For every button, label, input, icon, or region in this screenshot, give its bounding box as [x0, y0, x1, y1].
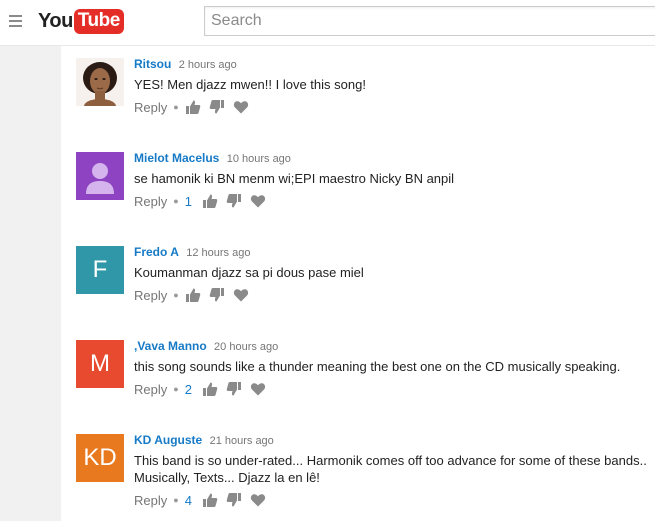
comment-header: KD Auguste 21 hours ago — [134, 432, 655, 449]
thumbs-up-icon[interactable] — [202, 492, 218, 508]
heart-icon[interactable] — [233, 287, 249, 303]
reply-button[interactable]: Reply — [134, 100, 167, 115]
avatar[interactable]: KD — [76, 434, 124, 482]
heart-icon[interactable] — [250, 492, 266, 508]
heart-icon[interactable] — [250, 193, 266, 209]
avatar[interactable] — [76, 58, 124, 106]
like-count: 2 — [184, 381, 192, 397]
comment-text: se hamonik ki BN menm wi;EPI maestro Nic… — [134, 171, 455, 186]
thumbs-down-icon[interactable] — [226, 193, 242, 209]
comment-text-line: Musically, Texts... Djazz la en lê! — [134, 470, 320, 485]
comment-author[interactable]: Mielot Macelus — [134, 151, 219, 165]
comment-time[interactable]: 10 hours ago — [227, 153, 291, 165]
avatar-letter: KD — [83, 444, 117, 471]
comment-actions: Reply ● — [134, 286, 655, 304]
left-sidebar-strip — [0, 46, 61, 521]
comment-header: Mielot Macelus 10 hours ago — [134, 150, 655, 167]
avatar-letter: F — [92, 256, 108, 283]
comment-body: Mielot Macelus 10 hours ago se hamonik k… — [134, 150, 655, 210]
thumbs-down-icon[interactable] — [209, 99, 225, 115]
comment-time[interactable]: 21 hours ago — [210, 435, 274, 447]
comment-author[interactable]: Ritsou — [134, 57, 171, 71]
comment-body: KD Auguste 21 hours ago This band is so … — [134, 432, 655, 509]
default-user-icon — [86, 163, 114, 194]
comment-text: YES! Men djazz mwen!! I love this song! — [134, 77, 366, 92]
comment-text-line: This band is so under-rated... Harmonik … — [134, 453, 647, 468]
comment-author[interactable]: ,Vava Manno — [134, 339, 207, 353]
comment-actions: Reply ● 2 — [134, 380, 655, 398]
comment-time[interactable]: 20 hours ago — [214, 341, 278, 353]
hamburger-icon[interactable] — [9, 15, 22, 27]
thumbs-down-icon[interactable] — [226, 492, 242, 508]
comment-actions: Reply ● 1 — [134, 192, 655, 210]
separator-dot: ● — [173, 196, 179, 206]
comment-author[interactable]: KD Auguste — [134, 433, 202, 447]
comment-actions: Reply ● 4 — [134, 491, 655, 509]
logo-you-text: You — [38, 9, 73, 32]
search-input[interactable] — [204, 6, 655, 36]
thumbs-down-icon[interactable] — [209, 287, 225, 303]
logo-tube-text: Tube — [73, 8, 124, 34]
thumbs-up-icon[interactable] — [202, 193, 218, 209]
thumbs-up-icon[interactable] — [202, 381, 218, 397]
avatar-letter: M — [90, 350, 110, 377]
reply-button[interactable]: Reply — [134, 194, 167, 209]
comment-body: Ritsou 2 hours ago YES! Men djazz mwen!!… — [134, 56, 655, 116]
separator-dot: ● — [173, 495, 179, 505]
comment-actions: Reply ● — [134, 98, 655, 116]
separator-dot: ● — [173, 290, 179, 300]
comment-header: ,Vava Manno 20 hours ago — [134, 338, 655, 355]
comment-text: This band is so under-rated... Harmonik … — [134, 452, 655, 486]
comment-body: ,Vava Manno 20 hours ago this song sound… — [134, 338, 655, 398]
comment-text: this song sounds like a thunder meaning … — [134, 359, 621, 374]
reply-button[interactable]: Reply — [134, 493, 167, 508]
comment-body: Fredo A 12 hours ago Koumanman djazz sa … — [134, 244, 655, 304]
reply-button[interactable]: Reply — [134, 382, 167, 397]
avatar-photo — [76, 58, 124, 106]
like-count: 1 — [184, 193, 192, 209]
thumbs-up-icon[interactable] — [185, 287, 201, 303]
comment-header: Ritsou 2 hours ago — [134, 56, 655, 73]
thumbs-up-icon[interactable] — [185, 99, 201, 115]
comment-author[interactable]: Fredo A — [134, 245, 179, 259]
separator-dot: ● — [173, 384, 179, 394]
avatar[interactable] — [76, 152, 124, 200]
comment-text: Koumanman djazz sa pi dous pase miel — [134, 265, 364, 280]
comment-time[interactable]: 2 hours ago — [179, 59, 237, 71]
heart-icon[interactable] — [250, 381, 266, 397]
avatar[interactable]: M — [76, 340, 124, 388]
youtube-logo[interactable]: You Tube — [38, 7, 124, 35]
comment-header: Fredo A 12 hours ago — [134, 244, 655, 261]
thumbs-down-icon[interactable] — [226, 381, 242, 397]
like-count: 4 — [184, 492, 192, 508]
avatar[interactable]: F — [76, 246, 124, 294]
heart-icon[interactable] — [233, 99, 249, 115]
separator-dot: ● — [173, 102, 179, 112]
comment-time[interactable]: 12 hours ago — [186, 247, 250, 259]
masthead: You Tube — [0, 0, 655, 46]
reply-button[interactable]: Reply — [134, 288, 167, 303]
